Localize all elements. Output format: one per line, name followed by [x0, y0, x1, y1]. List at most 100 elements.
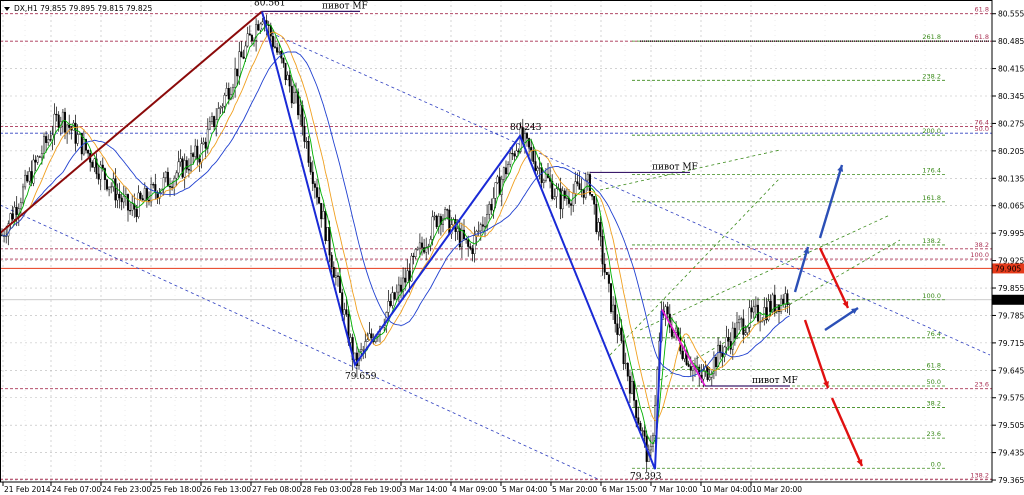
- candle-body: [393, 292, 396, 300]
- candle-body: [400, 284, 403, 292]
- price-chart: 61.8 61.8 76.4 50.0 38.2 100.0 23.6 138.2 79.905…: [0, 0, 1024, 495]
- candle-body: [345, 309, 348, 315]
- x-tick-label: 24 Feb 07:00: [52, 485, 101, 494]
- candle-body: [467, 239, 470, 247]
- y-tick-label: 79.575: [998, 394, 1024, 403]
- candle-body: [181, 158, 184, 178]
- candle-body: [513, 153, 516, 157]
- candle-body: [221, 105, 224, 108]
- x-tick-label: 25 Feb 18:00: [152, 485, 201, 494]
- moving-averages: [1, 23, 790, 444]
- candle-body: [542, 180, 545, 183]
- candle-body: [168, 186, 171, 188]
- candle-body: [173, 177, 176, 188]
- candle-body: [271, 35, 274, 47]
- candle-body: [637, 417, 640, 424]
- candle-body: [129, 210, 132, 212]
- candle-body: [406, 270, 409, 283]
- y-tick-label: 80.135: [998, 174, 1024, 183]
- candle-body: [53, 113, 56, 136]
- chart-svg: 61.8 61.8 76.4 50.0 38.2 100.0 23.6 138.2 79.905…: [0, 0, 1024, 494]
- candle-body: [234, 68, 237, 88]
- fib-inner-label: 61.8: [927, 362, 941, 370]
- candle-body: [721, 352, 724, 357]
- candle-body: [496, 176, 499, 183]
- candle-body: [624, 362, 627, 365]
- candle-body: [681, 350, 684, 359]
- candle-body: [276, 47, 279, 53]
- candle-body: [784, 293, 787, 305]
- dropdown-triangle-icon[interactable]: [4, 7, 10, 11]
- candle-body: [22, 186, 25, 203]
- candle-body: [97, 173, 100, 180]
- y-tick-label: 80.345: [998, 92, 1024, 101]
- candle-body: [666, 306, 669, 315]
- x-tick-label: 6 Mar 15:00: [602, 485, 648, 494]
- candle-body: [622, 340, 625, 364]
- pivot-label: 80.561: [254, 0, 286, 8]
- candle-body: [242, 56, 245, 59]
- candle-body: [324, 211, 327, 241]
- candle-body: [418, 242, 421, 249]
- x-tick-label: 28 Feb 19:00: [352, 485, 401, 494]
- candle-body: [316, 187, 319, 198]
- candle-body: [586, 174, 589, 181]
- axes: 80.555 80.485 80.415 80.345 80.275 80.205 80.1…: [0, 0, 1024, 494]
- candle-body: [511, 152, 514, 155]
- candle-body: [769, 300, 772, 312]
- candle-body: [152, 184, 155, 186]
- candle-body: [307, 140, 310, 163]
- candle-body: [479, 224, 482, 232]
- candle-body: [126, 194, 129, 211]
- y-tick-label: 79.435: [998, 449, 1024, 458]
- candle-body: [204, 141, 207, 149]
- candle-body: [278, 51, 281, 53]
- fib-inner-label: 38.2: [927, 400, 941, 408]
- candle-body: [599, 222, 602, 237]
- y-tick-label: 80.485: [998, 37, 1024, 46]
- candle-body: [141, 198, 144, 201]
- candle-body: [614, 304, 617, 324]
- candle-body: [391, 292, 394, 306]
- fib-inner-label: 76.4: [927, 330, 941, 338]
- candle-body: [68, 124, 71, 128]
- candle-body: [274, 46, 277, 48]
- candle-body: [328, 227, 331, 256]
- candle-body: [208, 121, 211, 130]
- candle-body: [744, 332, 747, 335]
- candle-body: [246, 33, 249, 47]
- candle-body: [641, 430, 644, 432]
- candle-body: [494, 182, 497, 199]
- candle-body: [740, 318, 743, 320]
- candle-body: [91, 162, 94, 168]
- candle-body: [370, 333, 373, 338]
- arrow-shaft: [818, 247, 850, 309]
- fib-level-label: 50.0: [975, 125, 989, 133]
- candle-body: [460, 229, 463, 248]
- candle-body: [620, 327, 623, 342]
- pivot-mf-label: пивот MF: [322, 1, 368, 11]
- candle-body: [171, 186, 174, 188]
- candle-body: [192, 153, 195, 157]
- candle-body: [526, 133, 529, 139]
- candles: [1, 14, 791, 473]
- grid: [0, 0, 992, 482]
- candle-body: [628, 376, 631, 394]
- x-tick-label: 26 Feb 13:00: [202, 485, 251, 494]
- channel-line: [609, 177, 781, 356]
- candle-body: [326, 227, 329, 241]
- y-tick-label: 80.275: [998, 119, 1024, 128]
- candle-body: [733, 327, 736, 339]
- levels: 61.8 61.8 76.4 50.0 38.2 100.0 23.6 138.2 79.905…: [0, 6, 1024, 480]
- candle-body: [337, 275, 340, 277]
- candle-body: [643, 430, 646, 437]
- candle-body: [708, 377, 711, 380]
- x-tick-label: 4 Mar 09:00: [452, 485, 498, 494]
- candle-body: [284, 62, 287, 81]
- x-tick-label: 5 Mar 20:00: [552, 485, 598, 494]
- candle-body: [473, 235, 476, 255]
- candle-body: [626, 362, 629, 377]
- candle-body: [309, 162, 312, 173]
- y-tick-label: 79.715: [998, 339, 1024, 348]
- x-tick-label: 7 Mar 10:00: [652, 485, 698, 494]
